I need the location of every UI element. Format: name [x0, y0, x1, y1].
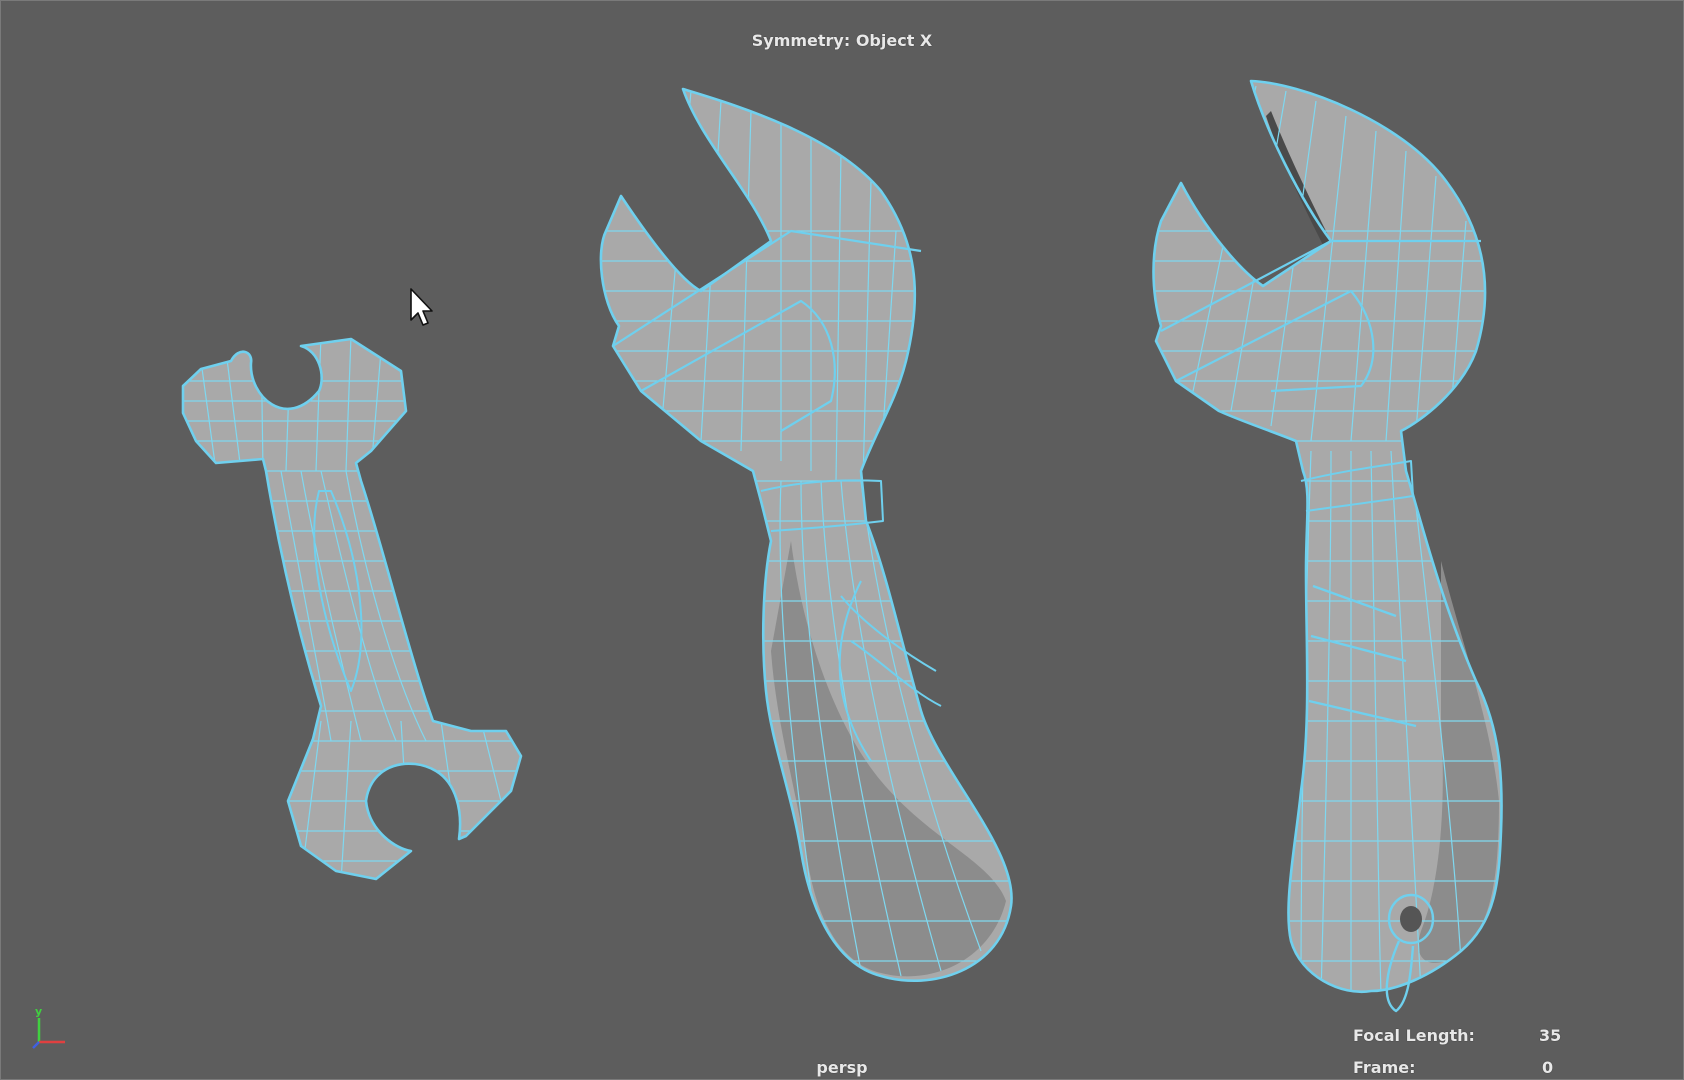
frame-value: 0 [1542, 1058, 1554, 1077]
z-axis-line [32, 1041, 40, 1049]
maya-viewport[interactable]: Symmetry: Object X y persp Focal Length:… [0, 0, 1684, 1080]
axis-gizmo-icon: y [32, 1005, 65, 1049]
view-axis-indicator: y [25, 1004, 75, 1059]
y-axis-label: y [35, 1005, 42, 1018]
right-wrench-model[interactable] [1151, 79, 1511, 1013]
camera-name-label: persp [816, 1058, 868, 1077]
scene-view[interactable] [1, 1, 1684, 1080]
middle-wrench-model[interactable] [599, 87, 1021, 983]
small-wrench-model[interactable] [181, 331, 523, 881]
focal-length-label: Focal Length: [1353, 1026, 1475, 1045]
focal-length-value: 35 [1539, 1026, 1562, 1045]
frame-label: Frame: [1353, 1058, 1416, 1077]
mouse-cursor-icon [410, 288, 433, 326]
